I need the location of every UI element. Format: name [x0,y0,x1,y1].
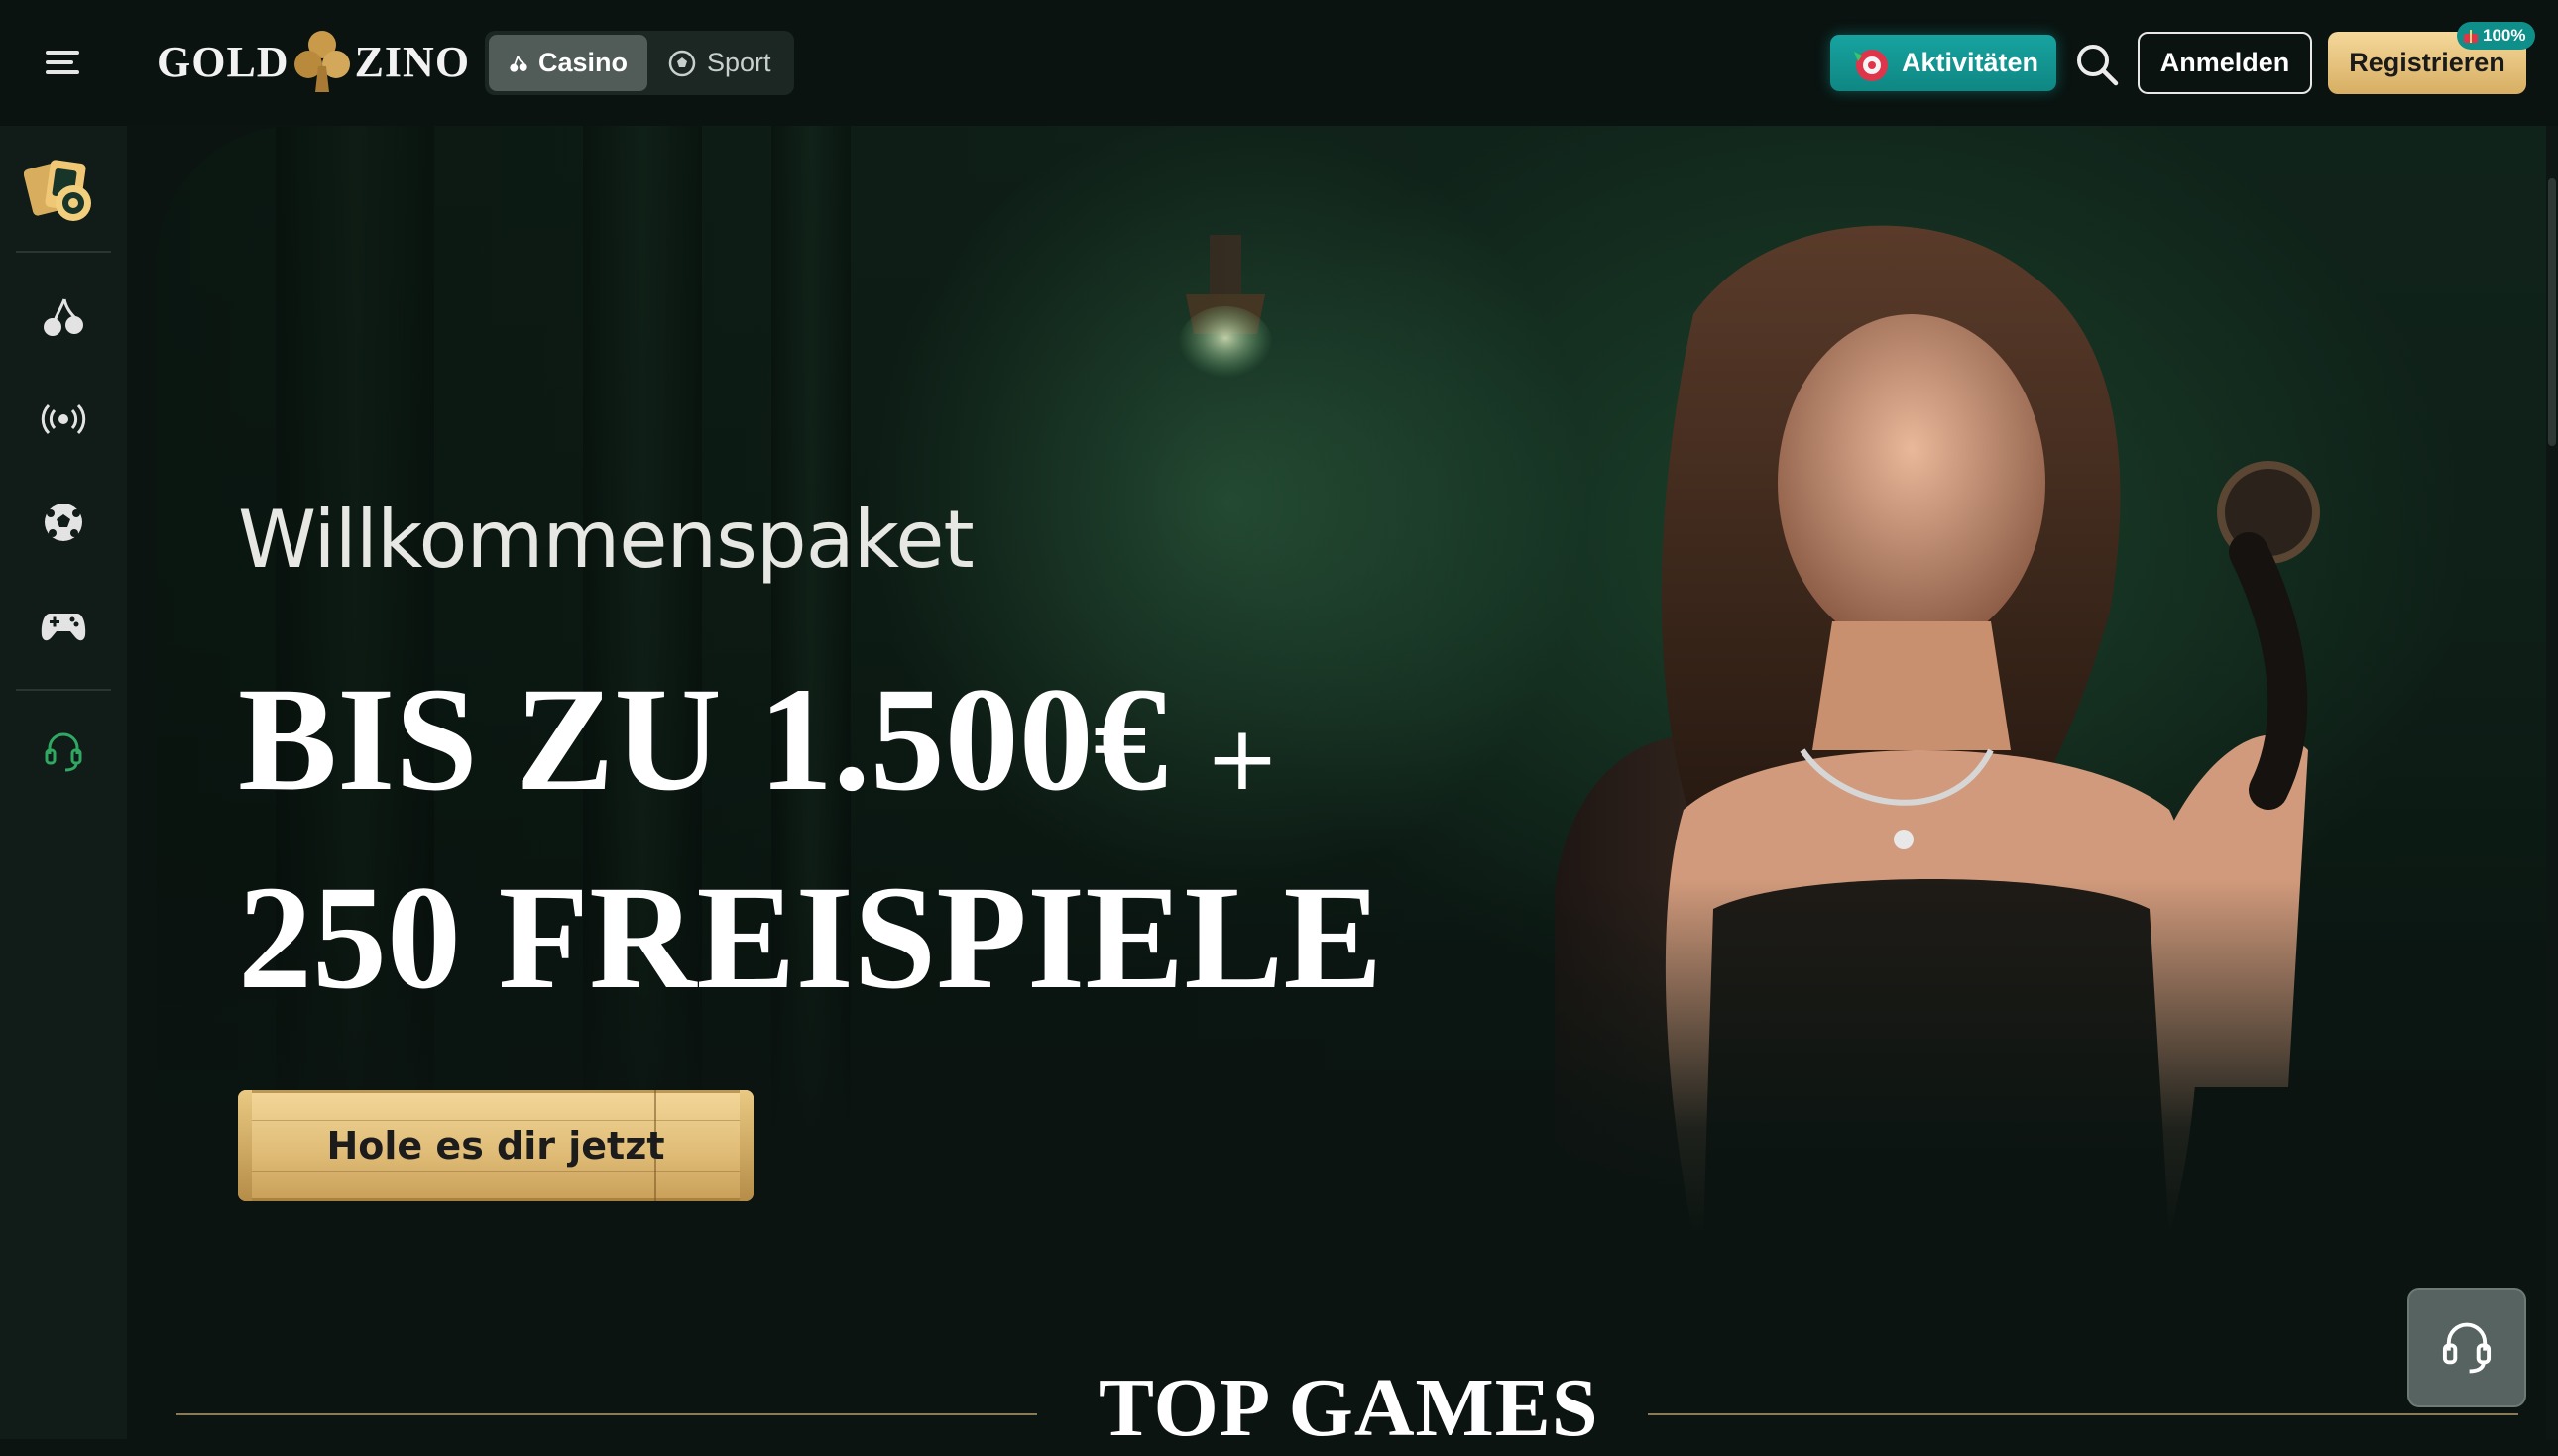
sidebar-item-games[interactable] [24,586,103,665]
soccer-ball-icon [45,504,82,541]
tab-sport-label: Sport [707,48,771,77]
cherry-icon [44,298,83,336]
tab-sport[interactable]: Sport [647,35,791,91]
site-logo[interactable]: GOLD ZINO [157,26,470,97]
section-rule-right [1648,1413,2518,1415]
tab-casino-label: Casino [537,48,628,77]
bonus-badge: 100% [2457,22,2536,50]
section-rule-left [176,1413,1037,1415]
cta-bevel [238,1090,252,1201]
sidebar-item-support[interactable] [24,713,103,792]
cta-bevel [740,1090,754,1201]
claim-bonus-label: Hole es dir jetzt [326,1124,665,1168]
top-games-title: TOP GAMES [1099,1362,1599,1454]
scrollbar-thumb[interactable] [2548,178,2556,446]
hero-headline-line2: 250 FREISPIELE [238,855,1383,1020]
left-sidebar [0,126,127,1439]
gift-icon [2464,30,2478,43]
cherry-icon [510,55,527,72]
live-support-button[interactable] [2407,1288,2526,1407]
casino-sport-switch: Casino Sport [485,31,794,95]
activities-button[interactable]: Aktivitäten [1830,35,2056,91]
register-label: Registrieren [2349,48,2505,77]
login-button[interactable]: Anmelden [2138,32,2312,94]
sidebar-item-slots[interactable] [24,277,103,356]
sidebar-divider [16,689,111,691]
hero-headline-line1: BIS ZU 1.500€ + [238,650,1382,848]
casino-cards-icon [24,160,91,221]
lucky-wheel-icon [1853,49,1888,81]
hero-plus-sign: + [1205,707,1280,811]
sidebar-item-casino[interactable] [24,152,103,231]
sidebar-divider [16,251,111,253]
sidebar-item-sport[interactable] [24,483,103,562]
soccer-ball-icon [668,50,696,76]
headset-support-icon [45,732,82,772]
activities-label: Aktivitäten [1901,48,2039,77]
headset-support-icon [2442,1322,2492,1374]
gamepad-icon [41,614,86,641]
login-label: Anmelden [2159,48,2290,77]
hero-headline: BIS ZU 1.500€ + 250 FREISPIELE [238,650,1382,1027]
claim-bonus-button[interactable]: Hole es dir jetzt [238,1090,754,1201]
logo-text-right: ZINO [354,37,471,86]
sidebar-item-live[interactable] [24,380,103,459]
hero-subtitle: Willkommenspaket [238,494,975,586]
logo-text-left: GOLD [157,37,290,86]
cta-ornament-line [252,1120,740,1121]
tab-casino[interactable]: Casino [489,35,647,91]
cta-ornament-line [252,1171,740,1172]
hero-bonus-amount: BIS ZU 1.500€ [238,657,1168,822]
live-broadcast-icon [41,403,86,435]
hamburger-menu-icon[interactable] [38,43,87,82]
top-header: GOLD ZINO Casino Sport Aktivitäten Anmel… [0,0,2558,126]
search-icon[interactable] [2072,40,2122,89]
club-coin-logo-icon [293,31,350,92]
bonus-badge-text: 100% [2483,26,2526,45]
